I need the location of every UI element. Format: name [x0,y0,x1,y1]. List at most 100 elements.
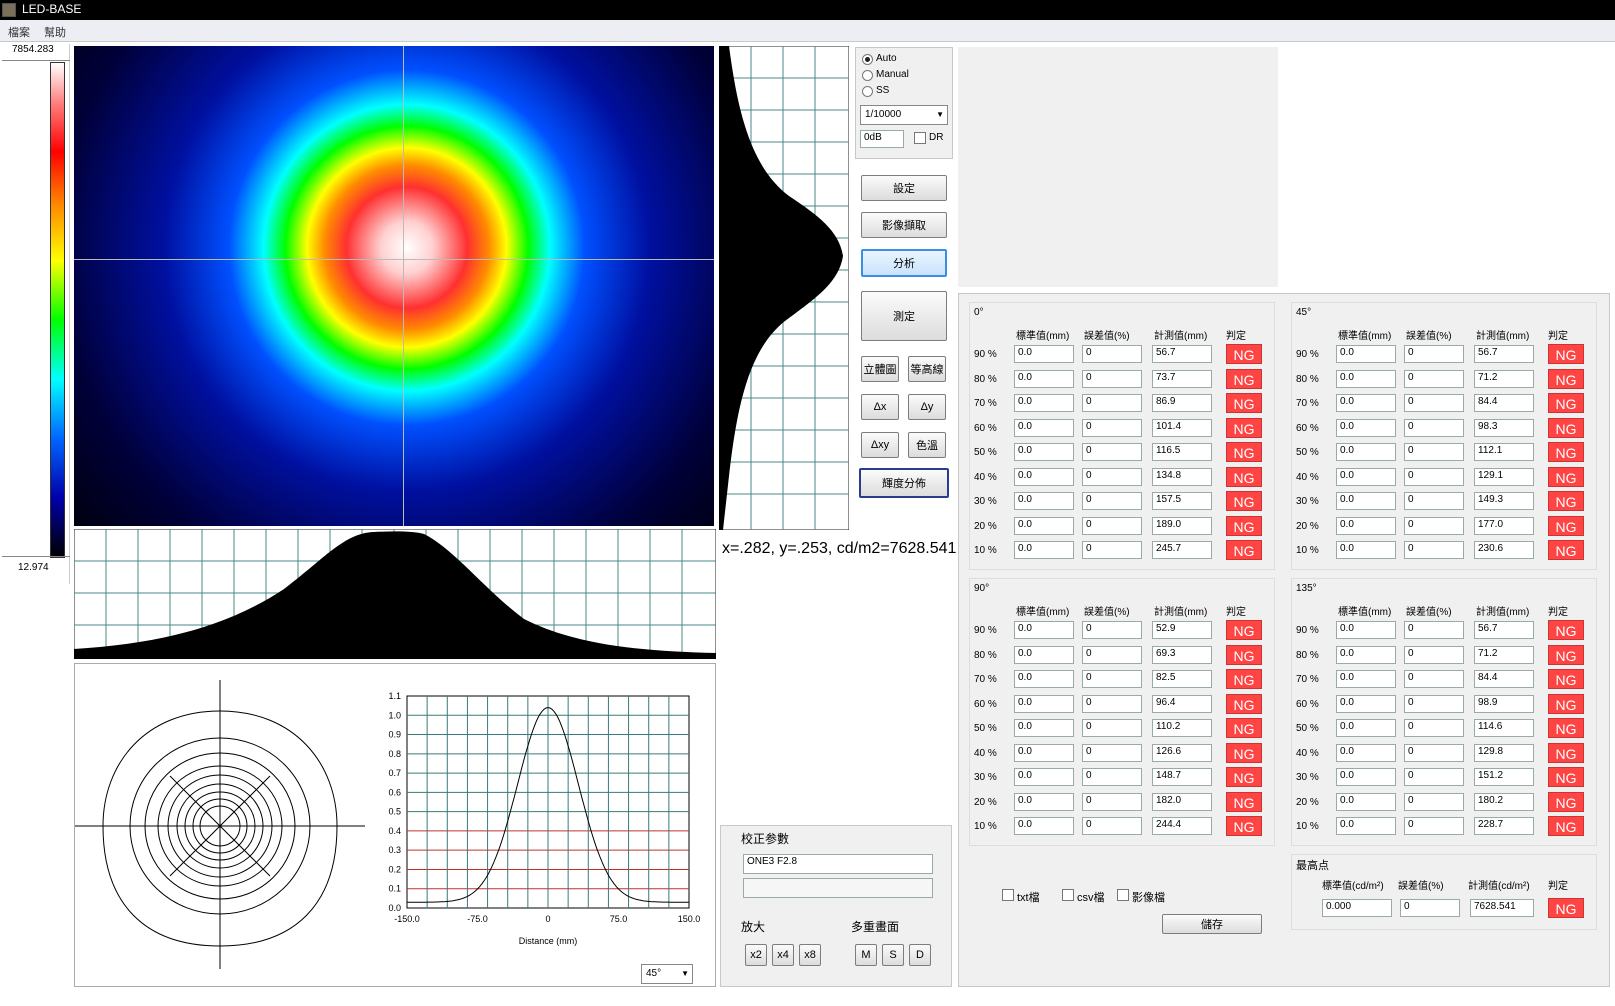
meas-field[interactable]: 114.6 [1474,719,1534,737]
err-field[interactable]: 0 [1082,743,1142,762]
std-field[interactable]: 0.0 [1336,645,1396,664]
err-field[interactable]: 0 [1404,516,1464,535]
menu-help[interactable]: 幫助 [44,24,66,40]
std-field[interactable]: 0.0 [1336,743,1396,762]
err-field[interactable]: 0 [1404,694,1464,713]
std-field[interactable]: 0.0 [1336,492,1396,510]
meas-field[interactable]: 149.3 [1474,492,1534,510]
err-field[interactable]: 0 [1404,418,1464,437]
mode-auto-radio[interactable] [862,54,873,65]
zoom-x4-button[interactable]: x4 [772,944,794,966]
err-field[interactable]: 0 [1404,467,1464,486]
export-csv-checkbox[interactable] [1062,889,1074,901]
err-field[interactable]: 0 [1082,792,1142,811]
std-field[interactable]: 0.0 [1336,719,1396,737]
meas-field[interactable]: 116.5 [1152,443,1212,461]
peak-err-field[interactable]: 0 [1400,899,1460,917]
meas-field[interactable]: 101.4 [1152,418,1212,437]
std-field[interactable]: 0.0 [1336,817,1396,835]
meas-field[interactable]: 189.0 [1152,516,1212,535]
std-field[interactable]: 0.0 [1336,541,1396,559]
meas-field[interactable]: 56.7 [1474,621,1534,639]
meas-field[interactable]: 129.8 [1474,743,1534,762]
std-field[interactable]: 0.0 [1336,394,1396,412]
std-field[interactable]: 0.0 [1014,394,1074,412]
calib-field[interactable]: ONE3 F2.8 [743,854,933,874]
meas-field[interactable]: 98.9 [1474,694,1534,713]
err-field[interactable]: 0 [1404,743,1464,762]
contour-button[interactable]: 等高線 [908,356,946,382]
err-field[interactable]: 0 [1404,443,1464,461]
meas-field[interactable]: 84.4 [1474,670,1534,688]
analyze-button[interactable]: 分析 [861,249,947,277]
std-field[interactable]: 0.0 [1336,670,1396,688]
err-field[interactable]: 0 [1082,768,1142,786]
err-field[interactable]: 0 [1082,719,1142,737]
meas-field[interactable]: 96.4 [1152,694,1212,713]
std-field[interactable]: 0.0 [1014,418,1074,437]
std-field[interactable]: 0.0 [1014,768,1074,786]
std-field[interactable]: 0.0 [1014,694,1074,713]
meas-field[interactable]: 157.5 [1152,492,1212,510]
std-field[interactable]: 0.0 [1014,516,1074,535]
export-img-checkbox[interactable] [1117,889,1129,901]
std-field[interactable]: 0.0 [1336,792,1396,811]
zoom-x2-button[interactable]: x2 [745,944,767,966]
err-field[interactable]: 0 [1082,443,1142,461]
err-field[interactable]: 0 [1082,369,1142,388]
err-field[interactable]: 0 [1082,694,1142,713]
err-field[interactable]: 0 [1404,670,1464,688]
err-field[interactable]: 0 [1082,621,1142,639]
err-field[interactable]: 0 [1404,345,1464,363]
dr-checkbox[interactable] [914,132,926,144]
err-field[interactable]: 0 [1082,394,1142,412]
std-field[interactable]: 0.0 [1336,443,1396,461]
std-field[interactable]: 0.0 [1014,369,1074,388]
color-temp-button[interactable]: 色溫 [908,432,946,458]
meas-field[interactable]: 244.4 [1152,817,1212,835]
meas-field[interactable]: 86.9 [1152,394,1212,412]
solid-view-button[interactable]: 立體圖 [861,356,899,382]
meas-field[interactable]: 129.1 [1474,467,1534,486]
err-field[interactable]: 0 [1404,792,1464,811]
err-field[interactable]: 0 [1082,467,1142,486]
multi-m-button[interactable]: M [855,944,877,966]
meas-field[interactable]: 230.6 [1474,541,1534,559]
meas-field[interactable]: 52.9 [1152,621,1212,639]
err-field[interactable]: 0 [1082,418,1142,437]
std-field[interactable]: 0.0 [1336,369,1396,388]
meas-field[interactable]: 98.3 [1474,418,1534,437]
settings-button[interactable]: 設定 [861,175,947,201]
std-field[interactable]: 0.0 [1014,621,1074,639]
std-field[interactable]: 0.0 [1336,621,1396,639]
err-field[interactable]: 0 [1082,345,1142,363]
err-field[interactable]: 0 [1404,369,1464,388]
meas-field[interactable]: 82.5 [1152,670,1212,688]
meas-field[interactable]: 110.2 [1152,719,1212,737]
std-field[interactable]: 0.0 [1014,645,1074,664]
std-field[interactable]: 0.0 [1336,694,1396,713]
meas-field[interactable]: 151.2 [1474,768,1534,786]
zoom-x8-button[interactable]: x8 [799,944,821,966]
std-field[interactable]: 0.0 [1336,516,1396,535]
std-field[interactable]: 0.0 [1014,670,1074,688]
meas-field[interactable]: 134.8 [1152,467,1212,486]
err-field[interactable]: 0 [1404,541,1464,559]
err-field[interactable]: 0 [1404,768,1464,786]
delta-xy-button[interactable]: Δxy [861,432,899,458]
delta-x-button[interactable]: Δx [861,394,899,420]
peak-std-field[interactable]: 0.000 [1322,899,1392,917]
meas-field[interactable]: 71.2 [1474,645,1534,664]
meas-field[interactable]: 177.0 [1474,516,1534,535]
meas-field[interactable]: 148.7 [1152,768,1212,786]
std-field[interactable]: 0.0 [1014,345,1074,363]
angle-select[interactable]: 45° [641,964,693,984]
mode-ss-radio[interactable] [862,86,873,97]
std-field[interactable]: 0.0 [1336,418,1396,437]
std-field[interactable]: 0.0 [1336,467,1396,486]
err-field[interactable]: 0 [1082,541,1142,559]
err-field[interactable]: 0 [1082,492,1142,510]
err-field[interactable]: 0 [1082,516,1142,535]
std-field[interactable]: 0.0 [1014,743,1074,762]
luminance-image[interactable] [74,46,714,526]
